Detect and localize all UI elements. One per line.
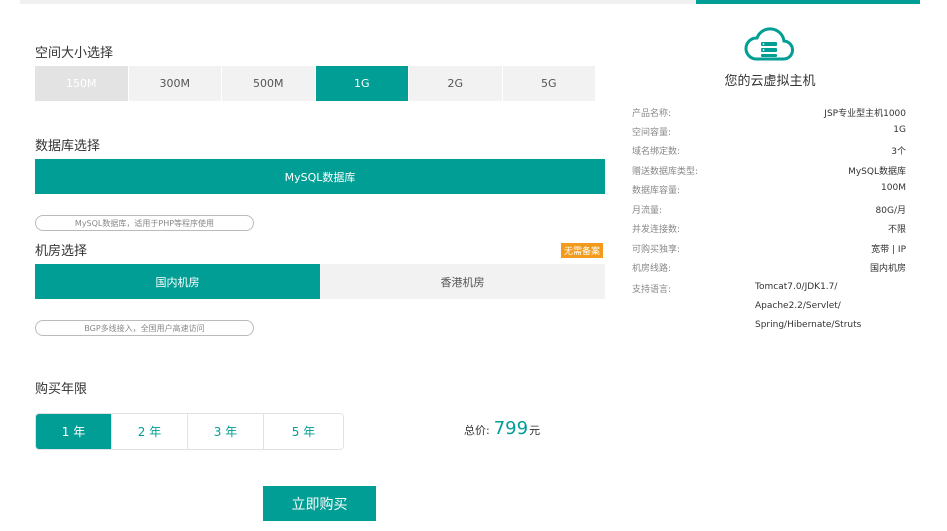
spec-value: 3个 [891, 147, 906, 157]
space-size-selector: 150M 300M 500M 1G 2G 5G [35, 66, 595, 101]
room-note: BGP多线接入，全国用户高速访问 [35, 320, 254, 336]
total-price-value: 799 [493, 418, 529, 439]
spec-key: 域名绑定数: [632, 147, 681, 157]
space-option-1g[interactable]: 1G [315, 66, 409, 101]
cloud-server-icon [744, 27, 794, 61]
spec-connections: 并发连接数: 不限 [632, 222, 906, 236]
summary-title: 您的云虚拟主机 [724, 74, 816, 89]
year-option-2[interactable]: 2 年 [112, 414, 188, 449]
spec-value: JSP专业型主机1000 [824, 109, 906, 119]
no-record-badge: 无需备案 [561, 243, 604, 258]
spec-language-line: Spring/Hibernate/Struts [755, 320, 862, 330]
year-option-1[interactable]: 1 年 [36, 414, 112, 449]
spec-key: 并发连接数: [632, 225, 681, 235]
spec-languages-label: 支持语言: [632, 285, 672, 295]
space-option-300m[interactable]: 300M [128, 66, 222, 101]
spec-key: 数据库容量: [632, 186, 681, 196]
spec-key: 月流量: [632, 206, 663, 216]
database-section-title: 数据库选择 [35, 139, 101, 154]
total-price: 总价: 799 元 [464, 418, 540, 439]
space-option-5g[interactable]: 5G [502, 66, 595, 101]
spec-value: 100M [881, 183, 906, 193]
spec-value: 不限 [887, 225, 906, 235]
space-option-2g[interactable]: 2G [409, 66, 503, 101]
spec-product-name: 产品名称: JSP专业型主机1000 [632, 106, 906, 120]
year-option-5[interactable]: 5 年 [264, 414, 343, 449]
total-price-unit: 元 [529, 424, 541, 437]
spec-exclusive: 可购买独享: 宽带 | IP [632, 242, 906, 256]
spec-value: MySQL数据库 [848, 167, 906, 177]
spec-room-line: 机房线路: 国内机房 [632, 261, 906, 275]
spec-domains: 域名绑定数: 3个 [632, 144, 906, 158]
space-section-title: 空间大小选择 [35, 46, 114, 61]
space-option-500m[interactable]: 500M [222, 66, 316, 101]
room-selector: 国内机房 香港机房 [35, 264, 605, 299]
top-divider [20, 0, 696, 4]
total-label: 总价: [464, 424, 490, 437]
top-accent-bar [696, 0, 920, 4]
spec-key: 可购买独享: [632, 245, 681, 255]
spec-key: 赠送数据库类型: [632, 167, 699, 177]
spec-space: 空间容量: 1G [632, 125, 906, 139]
spec-db-size: 数据库容量: 100M [632, 183, 906, 197]
room-option-domestic[interactable]: 国内机房 [35, 264, 320, 299]
spec-traffic: 月流量: 80G/月 [632, 203, 906, 217]
spec-value: 1G [893, 125, 906, 135]
spec-value: 国内机房 [869, 264, 906, 274]
spec-key: 产品名称: [632, 109, 672, 119]
buy-now-button[interactable]: 立即购买 [263, 486, 376, 521]
spec-key: 机房线路: [632, 264, 672, 274]
spec-key: 空间容量: [632, 128, 672, 138]
spec-db-type: 赠送数据库类型: MySQL数据库 [632, 164, 906, 178]
database-note: MySQL数据库，适用于PHP等程序使用 [35, 215, 254, 231]
spec-language-line: Tomcat7.0/JDK1.7/ [755, 282, 838, 292]
room-option-hongkong[interactable]: 香港机房 [320, 264, 605, 299]
database-option-mysql[interactable]: MySQL数据库 [35, 159, 605, 194]
spec-value: 80G/月 [875, 206, 906, 216]
space-option-150m[interactable]: 150M [35, 66, 129, 101]
year-option-3[interactable]: 3 年 [188, 414, 264, 449]
years-selector: 1 年 2 年 3 年 5 年 [35, 413, 344, 450]
room-section-title: 机房选择 [35, 244, 88, 259]
spec-value: 宽带 | IP [871, 245, 906, 255]
years-section-title: 购买年限 [35, 382, 88, 397]
spec-language-line: Apache2.2/Servlet/ [755, 301, 841, 311]
